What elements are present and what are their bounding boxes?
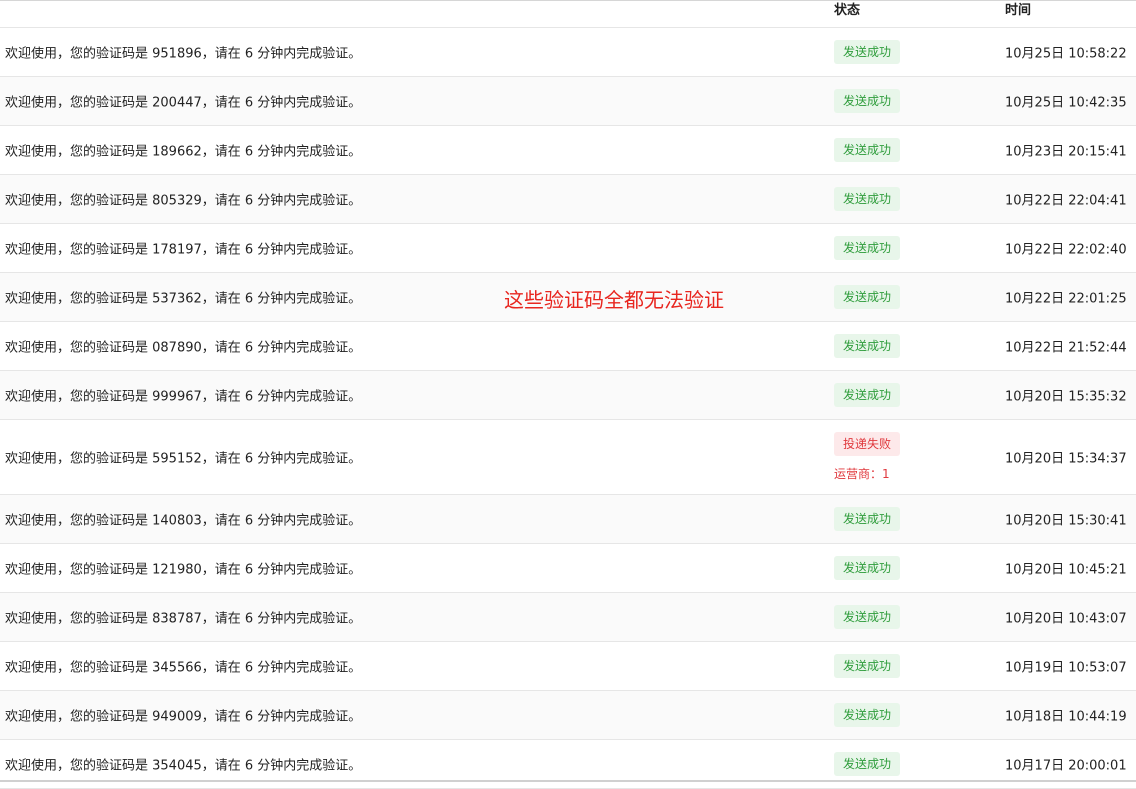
time-column-header[interactable]: 时间 <box>1005 0 1031 18</box>
table-row: 欢迎使用，您的验证码是 178197，请在 6 分钟内完成验证。 发送成功 10… <box>0 224 1136 273</box>
status-cell: 发送成功 <box>834 40 901 64</box>
table-header: 状态 时间 <box>0 1 1136 28</box>
table-row: 欢迎使用，您的验证码是 595152，请在 6 分钟内完成验证。 投递失败 运营… <box>0 420 1136 495</box>
sent-time: 10月23日 20:15:41 <box>1005 144 1127 160</box>
sent-time: 10月22日 21:52:44 <box>1005 340 1127 356</box>
status-cell: 发送成功 <box>834 556 901 580</box>
status-cell: 发送成功 <box>834 507 901 531</box>
message-text: 欢迎使用，您的验证码是 140803，请在 6 分钟内完成验证。 <box>5 513 362 529</box>
table-row: 欢迎使用，您的验证码是 200447，请在 6 分钟内完成验证。 发送成功 10… <box>0 77 1136 126</box>
status-cell: 发送成功 <box>834 383 901 407</box>
table-row: 欢迎使用，您的验证码是 951896，请在 6 分钟内完成验证。 发送成功 10… <box>0 28 1136 77</box>
sent-time: 10月25日 10:42:35 <box>1005 95 1127 111</box>
message-text: 欢迎使用，您的验证码是 805329，请在 6 分钟内完成验证。 <box>5 193 362 209</box>
status-badge-success: 发送成功 <box>834 138 901 162</box>
table-row: 欢迎使用，您的验证码是 140803，请在 6 分钟内完成验证。 发送成功 10… <box>0 495 1136 544</box>
message-text: 欢迎使用，您的验证码是 951896，请在 6 分钟内完成验证。 <box>5 46 362 62</box>
message-text: 欢迎使用，您的验证码是 595152，请在 6 分钟内完成验证。 <box>5 451 362 467</box>
status-badge-success: 发送成功 <box>834 285 901 309</box>
message-text: 欢迎使用，您的验证码是 200447，请在 6 分钟内完成验证。 <box>5 95 362 111</box>
status-cell: 投递失败 运营商：1 <box>834 432 901 482</box>
message-text: 欢迎使用，您的验证码是 949009，请在 6 分钟内完成验证。 <box>5 709 362 725</box>
status-cell: 发送成功 <box>834 236 901 260</box>
table-row: 欢迎使用，您的验证码是 121980，请在 6 分钟内完成验证。 发送成功 10… <box>0 544 1136 593</box>
status-cell: 发送成功 <box>834 89 901 113</box>
status-badge-success: 发送成功 <box>834 334 901 358</box>
table-row: 欢迎使用，您的验证码是 805329，请在 6 分钟内完成验证。 发送成功 10… <box>0 175 1136 224</box>
message-text: 欢迎使用，您的验证码是 087890，请在 6 分钟内完成验证。 <box>5 340 362 356</box>
status-cell: 发送成功 <box>834 334 901 358</box>
sent-time: 10月22日 22:02:40 <box>1005 242 1127 258</box>
sent-time: 10月20日 10:43:07 <box>1005 611 1127 627</box>
message-text: 欢迎使用，您的验证码是 537362，请在 6 分钟内完成验证。 <box>5 291 362 307</box>
status-cell: 发送成功 <box>834 285 901 309</box>
sent-time: 10月17日 20:00:01 <box>1005 758 1127 774</box>
status-cell: 发送成功 <box>834 138 901 162</box>
message-text: 欢迎使用，您的验证码是 354045，请在 6 分钟内完成验证。 <box>5 758 362 774</box>
status-column-header[interactable]: 状态 <box>834 0 860 18</box>
status-badge-success: 发送成功 <box>834 236 901 260</box>
status-badge-success: 发送成功 <box>834 507 901 531</box>
table-bottom-border <box>0 780 1136 782</box>
status-badge-success: 发送成功 <box>834 605 901 629</box>
sent-time: 10月20日 15:34:37 <box>1005 451 1127 467</box>
table-row: 欢迎使用，您的验证码是 189662，请在 6 分钟内完成验证。 发送成功 10… <box>0 126 1136 175</box>
status-badge-success: 发送成功 <box>834 654 901 678</box>
status-badge-success: 发送成功 <box>834 703 901 727</box>
sent-time: 10月22日 22:01:25 <box>1005 291 1127 307</box>
sent-time: 10月18日 10:44:19 <box>1005 709 1127 725</box>
message-text: 欢迎使用，您的验证码是 189662，请在 6 分钟内完成验证。 <box>5 144 362 160</box>
status-cell: 发送成功 <box>834 605 901 629</box>
message-text: 欢迎使用，您的验证码是 838787，请在 6 分钟内完成验证。 <box>5 611 362 627</box>
annotation-note: 这些验证码全都无法验证 <box>504 288 724 312</box>
status-cell: 发送成功 <box>834 654 901 678</box>
message-text: 欢迎使用，您的验证码是 345566，请在 6 分钟内完成验证。 <box>5 660 362 676</box>
sms-log-table: 状态 时间 欢迎使用，您的验证码是 951896，请在 6 分钟内完成验证。 发… <box>0 0 1136 789</box>
status-badge-success: 发送成功 <box>834 383 901 407</box>
message-text: 欢迎使用，您的验证码是 999967，请在 6 分钟内完成验证。 <box>5 389 362 405</box>
sent-time: 10月20日 15:30:41 <box>1005 513 1127 529</box>
message-text: 欢迎使用，您的验证码是 178197，请在 6 分钟内完成验证。 <box>5 242 362 258</box>
sent-time: 10月19日 10:53:07 <box>1005 660 1127 676</box>
status-badge-success: 发送成功 <box>834 187 901 211</box>
sent-time: 10月20日 10:45:21 <box>1005 562 1127 578</box>
sent-time: 10月22日 22:04:41 <box>1005 193 1127 209</box>
status-badge-success: 发送成功 <box>834 40 901 64</box>
sent-time: 10月25日 10:58:22 <box>1005 46 1127 62</box>
status-badge-success: 发送成功 <box>834 752 901 776</box>
status-badge-failed: 投递失败 <box>834 432 901 456</box>
table-row: 欢迎使用，您的验证码是 838787，请在 6 分钟内完成验证。 发送成功 10… <box>0 593 1136 642</box>
status-cell: 发送成功 <box>834 703 901 727</box>
status-cell: 发送成功 <box>834 752 901 776</box>
table-row: 欢迎使用，您的验证码是 345566，请在 6 分钟内完成验证。 发送成功 10… <box>0 642 1136 691</box>
carrier-error-text: 运营商：1 <box>834 467 890 481</box>
table-row: 欢迎使用，您的验证码是 999967，请在 6 分钟内完成验证。 发送成功 10… <box>0 371 1136 420</box>
message-text: 欢迎使用，您的验证码是 121980，请在 6 分钟内完成验证。 <box>5 562 362 578</box>
status-badge-success: 发送成功 <box>834 556 901 580</box>
table-row: 欢迎使用，您的验证码是 949009，请在 6 分钟内完成验证。 发送成功 10… <box>0 691 1136 740</box>
table-row: 欢迎使用，您的验证码是 087890，请在 6 分钟内完成验证。 发送成功 10… <box>0 322 1136 371</box>
status-badge-success: 发送成功 <box>834 89 901 113</box>
sent-time: 10月20日 15:35:32 <box>1005 389 1127 405</box>
status-cell: 发送成功 <box>834 187 901 211</box>
